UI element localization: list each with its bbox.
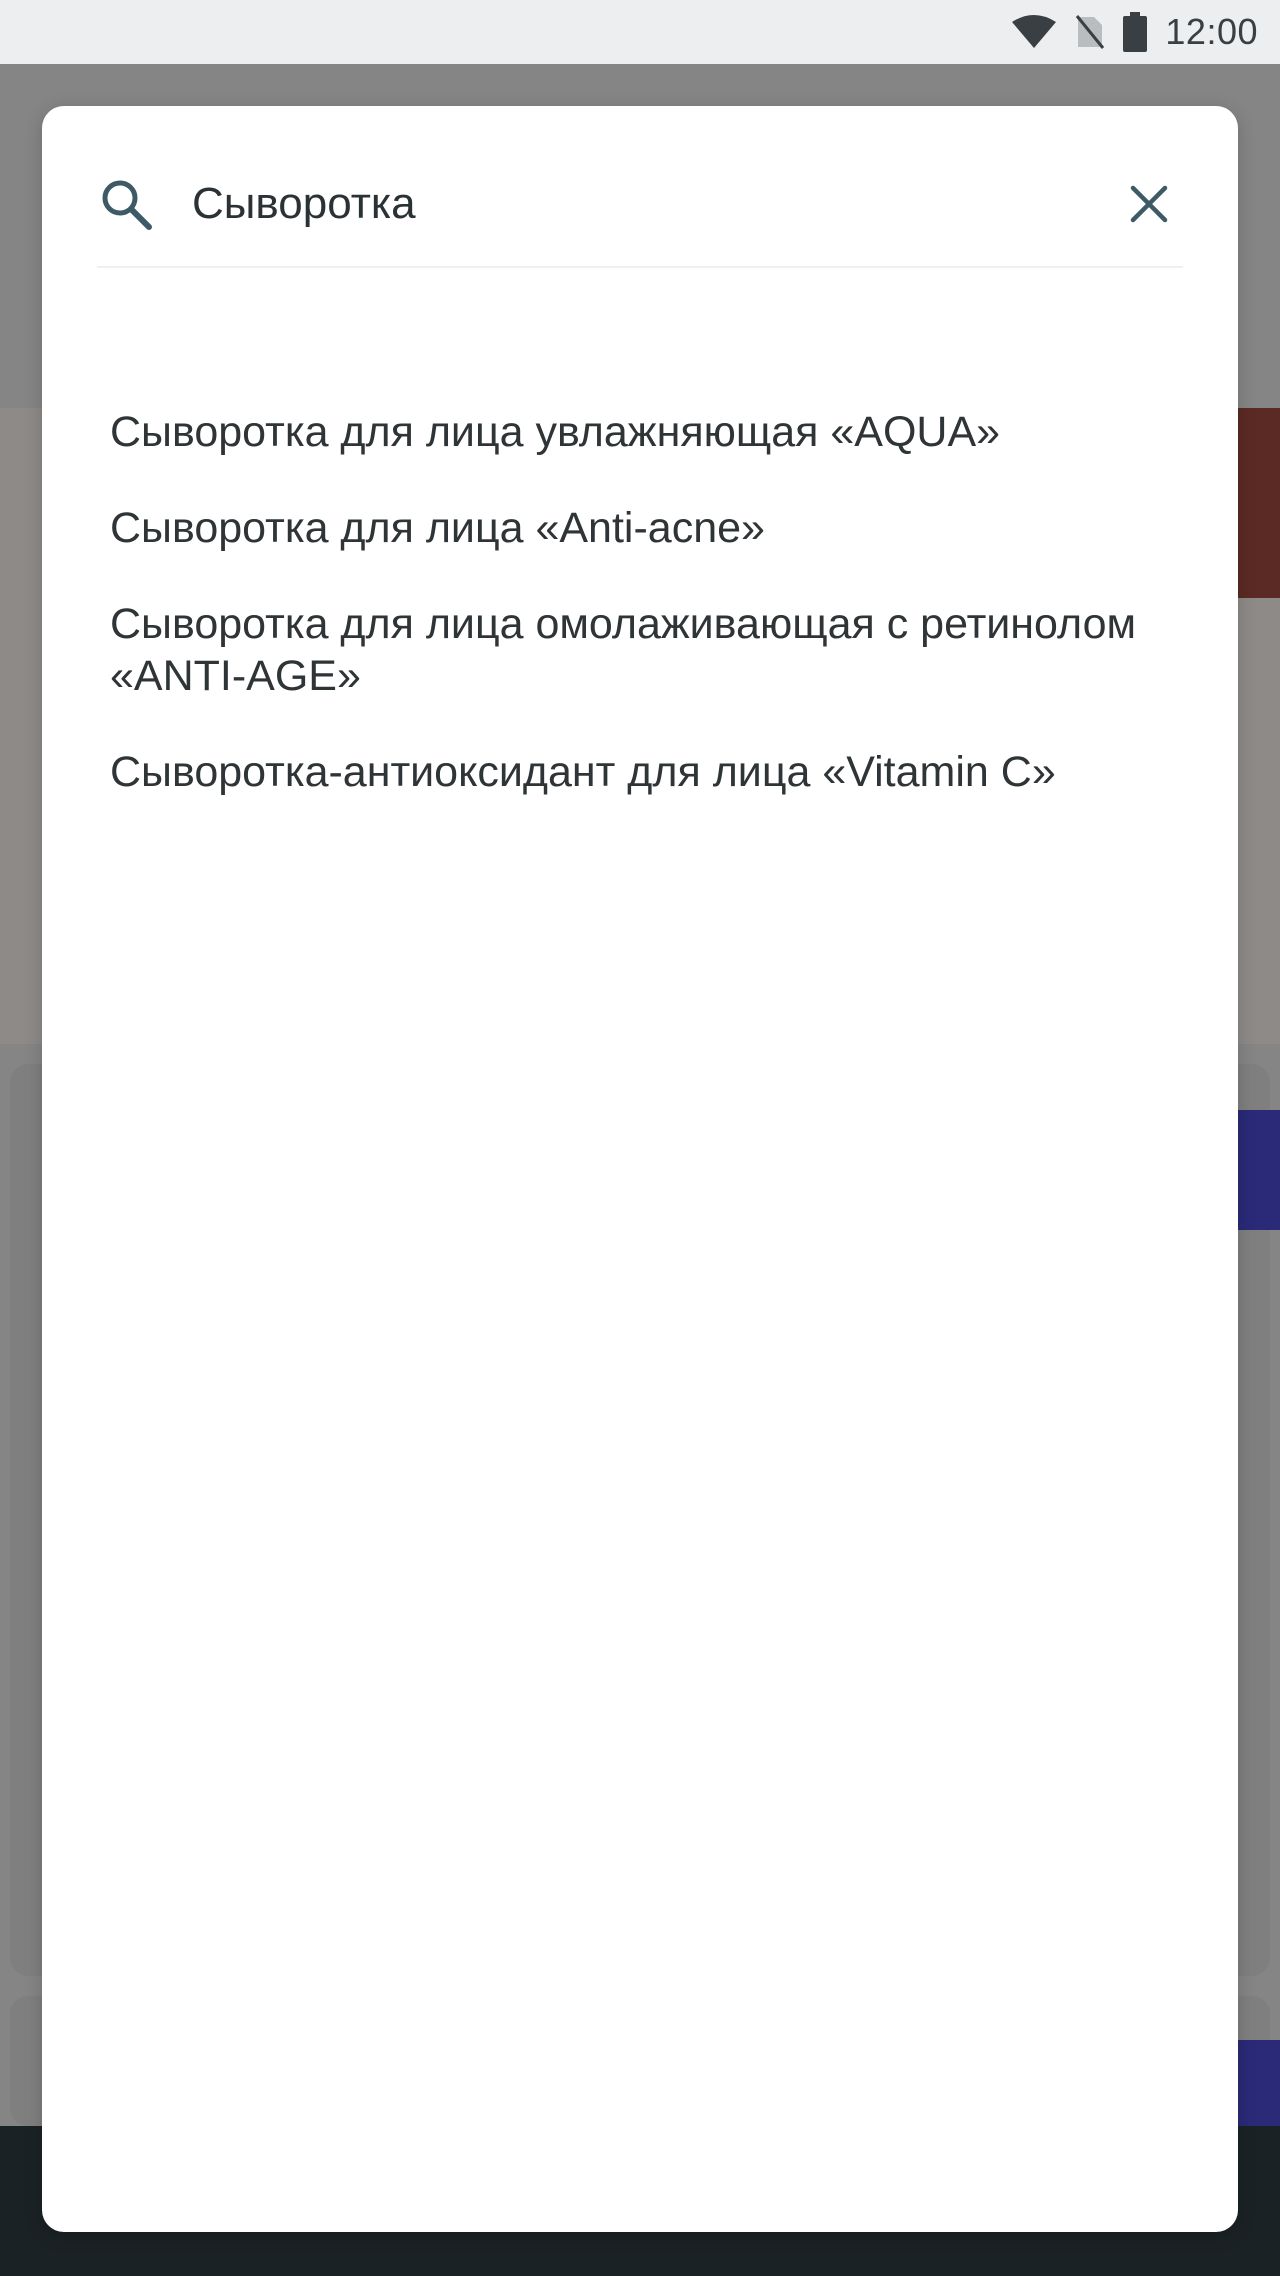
search-result-item[interactable]: Сыворотка для лица «Anti-acne» bbox=[110, 502, 1200, 554]
close-icon[interactable] bbox=[1121, 176, 1177, 232]
no-sim-icon bbox=[1075, 14, 1105, 50]
clock: 12:00 bbox=[1165, 11, 1258, 52]
background-accent bbox=[1238, 408, 1280, 598]
search-icon bbox=[97, 175, 155, 233]
search-input[interactable] bbox=[192, 169, 1121, 239]
search-results-list: Сыворотка для лица увлажняющая «AQUA» Сы… bbox=[110, 406, 1200, 842]
search-result-item[interactable]: Сыворотка для лица увлажняющая «AQUA» bbox=[110, 406, 1200, 458]
background-accent bbox=[1238, 2040, 1280, 2130]
background-accent bbox=[1238, 1110, 1280, 1230]
battery-icon bbox=[1123, 12, 1148, 52]
search-result-item[interactable]: Сыворотка-антиоксидант для лица «Vitamin… bbox=[110, 746, 1200, 798]
search-result-item[interactable]: Сыворотка для лица омолаживающая с ретин… bbox=[110, 598, 1200, 702]
search-bar bbox=[97, 142, 1183, 268]
wifi-icon bbox=[1011, 14, 1057, 50]
status-bar: 12:00 bbox=[0, 0, 1280, 64]
search-dialog: Сыворотка для лица увлажняющая «AQUA» Сы… bbox=[42, 106, 1238, 2232]
